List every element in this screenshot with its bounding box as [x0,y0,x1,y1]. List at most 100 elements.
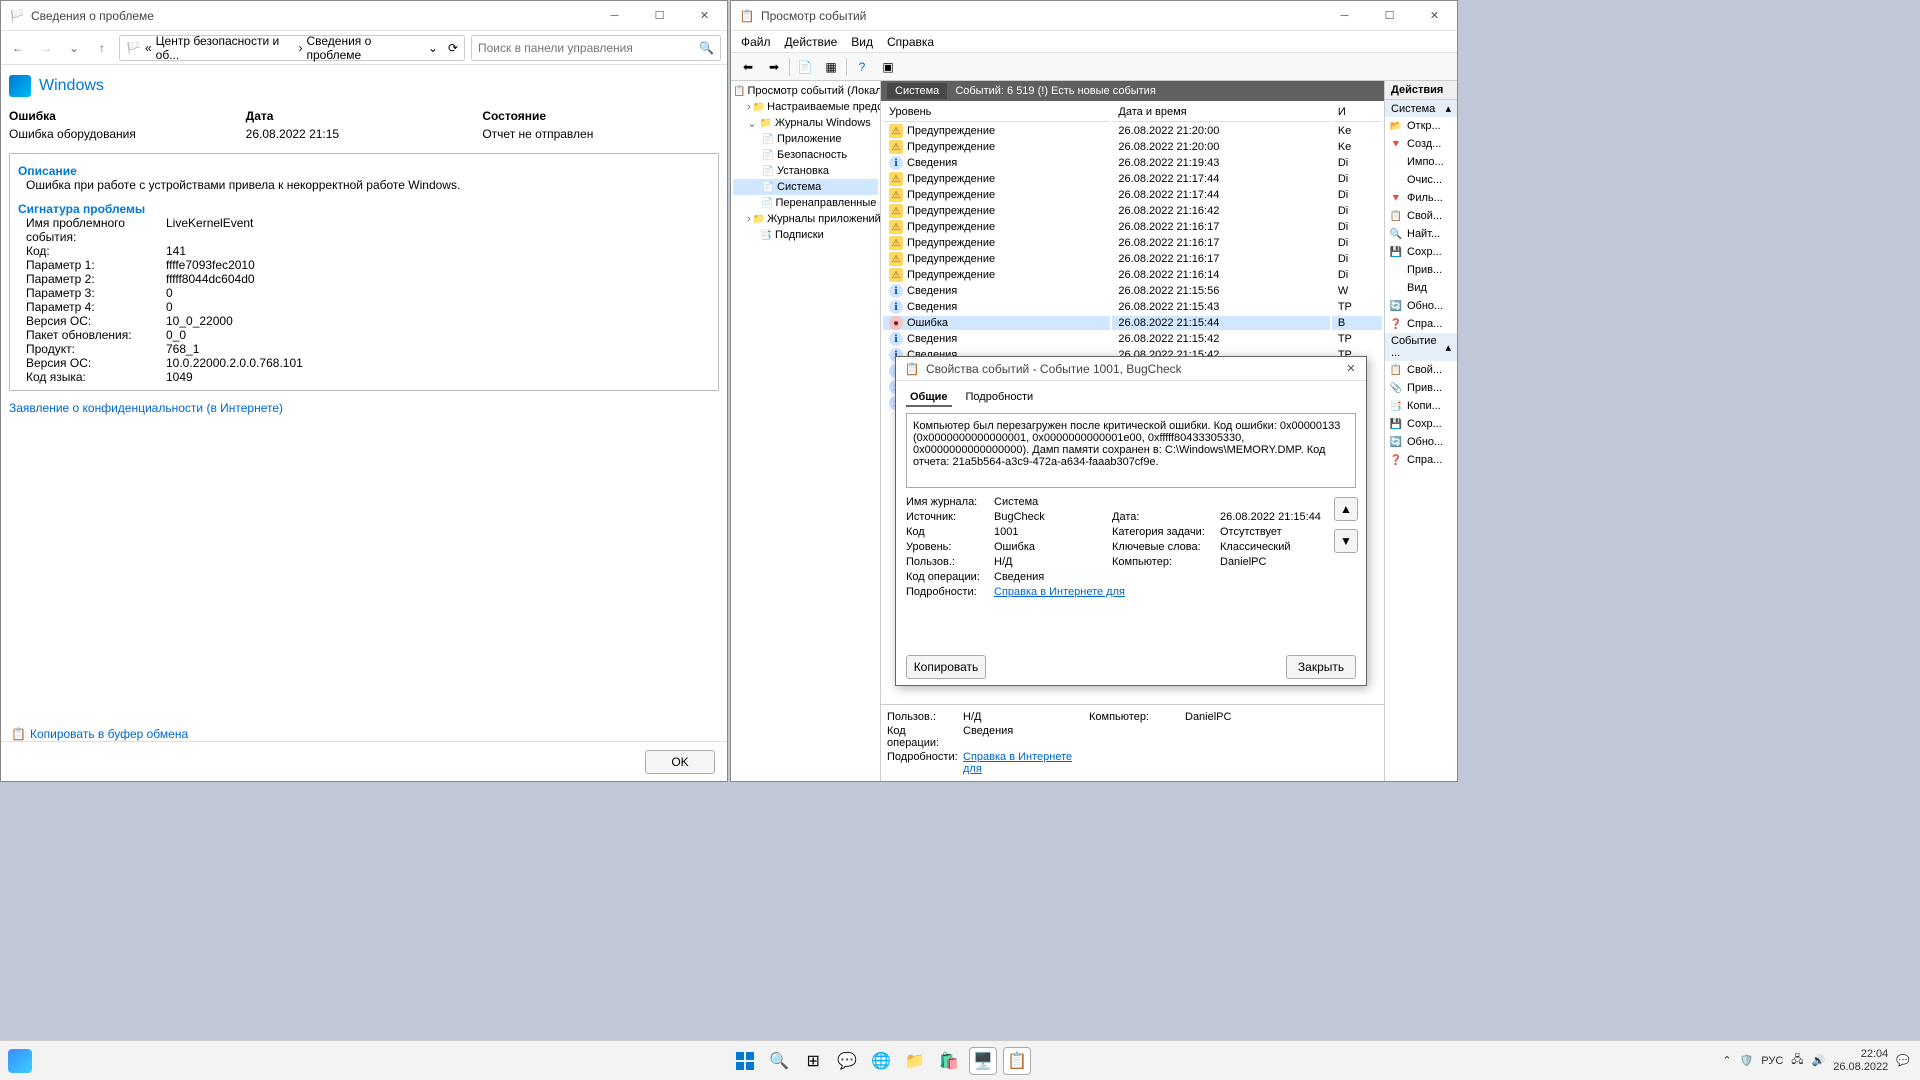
maximize-button[interactable]: ☐ [637,1,682,31]
tree-windows-logs[interactable]: ⌄📁Журналы Windows [733,115,878,131]
action-item[interactable]: Очис... [1385,171,1457,189]
actions-group-system[interactable]: Система▴ [1385,100,1457,117]
event-row[interactable]: ⚠Предупреждение26.08.2022 21:17:44Di [883,188,1382,202]
help-icon[interactable]: ? [851,56,873,78]
event-row[interactable]: ⚠Предупреждение26.08.2022 21:16:17Di [883,252,1382,266]
menu-item[interactable]: Файл [741,35,771,49]
event-row[interactable]: ●Ошибка26.08.2022 21:15:44B [883,316,1382,330]
close-dialog-button[interactable]: Закрыть [1286,655,1356,679]
filter-icon[interactable]: ▦ [820,56,842,78]
event-row[interactable]: ℹСведения26.08.2022 21:19:43Di [883,156,1382,170]
privacy-link[interactable]: Заявление о конфиденциальности (в Интерн… [9,401,283,415]
tree-forwarded[interactable]: 📄Перенаправленные соб [733,195,878,211]
clock[interactable]: 22:04 26.08.2022 [1833,1048,1888,1072]
event-row[interactable]: ⚠Предупреждение26.08.2022 21:16:17Di [883,220,1382,234]
minimize-button[interactable]: ─ [1322,1,1367,31]
network-icon[interactable]: 🖧 [1791,1051,1803,1070]
problem-titlebar[interactable]: 🏳️ Сведения о проблеме ─ ☐ ✕ [1,1,727,31]
event-row[interactable]: ℹСведения26.08.2022 21:15:43TP [883,300,1382,314]
tree-subscriptions[interactable]: 📑Подписки [733,227,878,243]
forward-button[interactable]: → [35,37,57,59]
search-icon[interactable]: 🔍 [699,41,714,55]
event-message[interactable]: Компьютер был перезагружен после критиче… [906,413,1356,488]
action-item[interactable]: 💾Сохр... [1385,415,1457,433]
close-button[interactable]: ✕ [1412,1,1457,31]
tree-application[interactable]: 📄Приложение [733,131,878,147]
up-button[interactable]: ↑ [91,37,113,59]
help-link[interactable]: Справка в Интернете для [994,586,1356,598]
explorer-icon[interactable]: 📁 [901,1047,929,1075]
copy-to-clipboard[interactable]: 📋 Копировать в буфер обмена [11,727,188,741]
tab-details[interactable]: Подробности [962,389,1038,407]
event-row[interactable]: ⚠Предупреждение26.08.2022 21:16:42Di [883,204,1382,218]
action-item[interactable]: 📑Копи... [1385,397,1457,415]
back-icon[interactable]: ⬅ [737,56,759,78]
action-icon[interactable]: 📄 [794,56,816,78]
action-item[interactable]: 🔄Обно... [1385,433,1457,451]
action-item[interactable]: 🔻Филь... [1385,189,1457,207]
widgets-icon[interactable] [8,1049,32,1073]
maximize-button[interactable]: ☐ [1367,1,1412,31]
menu-item[interactable]: Справка [887,35,934,49]
taskview-icon[interactable]: ⊞ [799,1047,827,1075]
action-item[interactable]: Вид [1385,279,1457,297]
chat-icon[interactable]: 💬 [833,1047,861,1075]
back-button[interactable]: ← [7,37,29,59]
ok-button[interactable]: OK [645,750,715,774]
volume-icon[interactable]: 🔊 [1812,1054,1826,1067]
tree-setup[interactable]: 📄Установка [733,163,878,179]
tree-app-services[interactable]: ›📁Журналы приложений и сл [733,211,878,227]
event-row[interactable]: ℹСведения26.08.2022 21:15:56W [883,284,1382,298]
event-row[interactable]: ⚠Предупреждение26.08.2022 21:17:44Di [883,172,1382,186]
tree-custom-views[interactable]: ›📁Настраиваемые предста [733,99,878,115]
breadcrumb-parent[interactable]: Центр безопасности и об... [156,34,295,62]
recent-button[interactable]: ⌄ [63,37,85,59]
action-item[interactable]: 📋Свой... [1385,361,1457,379]
menu-item[interactable]: Действие [785,35,838,49]
chevron-down-icon[interactable]: ⌄ [428,41,438,55]
action-item[interactable]: 🔄Обно... [1385,297,1457,315]
action-item[interactable]: ❓Спра... [1385,451,1457,469]
search-box[interactable]: 🔍 [471,35,721,61]
notifications-icon[interactable]: 💬 [1896,1054,1910,1067]
tray-chevron-icon[interactable]: ⌃ [1722,1054,1731,1067]
copy-button[interactable]: Копировать [906,655,986,679]
col-source[interactable]: И [1332,103,1382,122]
minimize-button[interactable]: ─ [592,1,637,31]
event-row[interactable]: ℹСведения26.08.2022 21:15:42TP [883,332,1382,346]
action-item[interactable]: 🔍Найт... [1385,225,1457,243]
close-button[interactable]: ✕ [1336,357,1366,381]
problem-app-icon[interactable]: 🖥️ [969,1047,997,1075]
close-button[interactable]: ✕ [682,1,727,31]
eventviewer-app-icon[interactable]: 📋 [1003,1047,1031,1075]
col-level[interactable]: Уровень [883,103,1110,122]
help-link[interactable]: Справка в Интернете для [963,751,1083,775]
action-item[interactable]: Прив... [1385,261,1457,279]
tree-root[interactable]: 📋Просмотр событий (Локальны [733,83,878,99]
action-item[interactable]: 📎Прив... [1385,379,1457,397]
security-icon[interactable]: 🛡️ [1740,1054,1754,1067]
refresh-icon[interactable]: ⟳ [448,41,458,55]
action-item[interactable]: ❓Спра... [1385,315,1457,333]
event-row[interactable]: ⚠Предупреждение26.08.2022 21:20:00Ke [883,124,1382,138]
forward-icon[interactable]: ➡ [763,56,785,78]
action-item[interactable]: 📂Откр... [1385,117,1457,135]
action-item[interactable]: 📋Свой... [1385,207,1457,225]
actions-group-event[interactable]: Событие ...▴ [1385,333,1457,361]
menu-item[interactable]: Вид [851,35,873,49]
language-indicator[interactable]: РУС [1761,1055,1783,1067]
col-datetime[interactable]: Дата и время [1112,103,1329,122]
action-item[interactable]: 💾Сохр... [1385,243,1457,261]
store-icon[interactable]: 🛍️ [935,1047,963,1075]
breadcrumb[interactable]: 🏳️ « Центр безопасности и об... › Сведен… [119,35,465,61]
chrome-icon[interactable]: 🌐 [867,1047,895,1075]
pane-icon[interactable]: ▣ [877,56,899,78]
action-item[interactable]: Импо... [1385,153,1457,171]
action-item[interactable]: 🔻Созд... [1385,135,1457,153]
event-titlebar[interactable]: 📋 Просмотр событий ─ ☐ ✕ [731,1,1457,31]
event-row[interactable]: ⚠Предупреждение26.08.2022 21:16:14Di [883,268,1382,282]
search-icon[interactable]: 🔍 [765,1047,793,1075]
prev-event-button[interactable]: ▲ [1334,497,1358,521]
start-button[interactable] [731,1047,759,1075]
tree-system[interactable]: 📄Система [733,179,878,195]
